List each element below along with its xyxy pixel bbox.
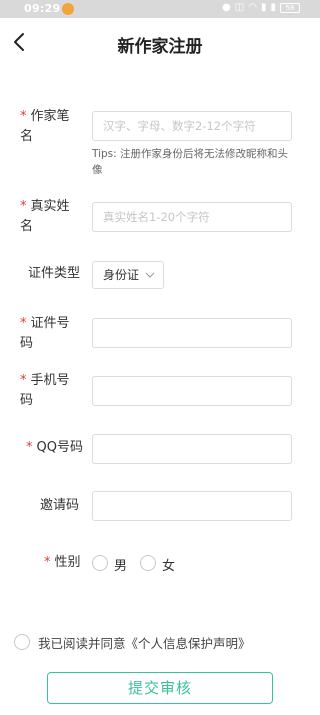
- signal-2-icon: ▮: [270, 2, 276, 13]
- id-number-label: * 证件号: [20, 314, 70, 334]
- qq-label: * QQ号码: [26, 438, 83, 458]
- real-name-label: * 真实姓: [20, 197, 70, 217]
- required-mark: *: [20, 199, 27, 214]
- alarm-icon: ●: [222, 2, 231, 13]
- wifi-icon: ◠: [248, 2, 257, 13]
- vibrate-icon: ◫: [234, 2, 245, 13]
- invite-code-input[interactable]: [92, 491, 292, 521]
- real-name-input[interactable]: [92, 202, 292, 232]
- required-mark: *: [20, 373, 27, 388]
- real-name-label-line1: 真实姓: [30, 199, 70, 214]
- submit-button[interactable]: 提交审核: [47, 672, 273, 704]
- battery-icon: 58: [280, 2, 300, 13]
- gender-male-label[interactable]: 男: [114, 555, 127, 574]
- gender-label-text: 性别: [54, 555, 81, 570]
- id-type-selected-value: 身份证: [103, 268, 140, 282]
- pen-name-tips-line1: Tips: 注册作家身份后将无法修改昵称和头: [92, 148, 289, 160]
- pen-name-label: * 作家笔: [20, 107, 70, 127]
- gender-female-radio[interactable]: [140, 555, 156, 571]
- page-title: 新作家注册: [117, 37, 203, 57]
- gender-male-radio[interactable]: [92, 555, 108, 571]
- pen-name-input[interactable]: [92, 111, 292, 141]
- required-mark: *: [26, 440, 33, 455]
- app-notification-icon: [62, 3, 74, 15]
- real-name-label-line2: 名: [20, 219, 34, 234]
- gender-female-label[interactable]: 女: [162, 555, 175, 574]
- gender-label: * 性别: [44, 553, 81, 573]
- id-type-label: 证件类型: [28, 266, 81, 281]
- id-number-input[interactable]: [92, 318, 292, 348]
- chevron-down-icon: [145, 272, 155, 278]
- status-time: 09:29: [24, 2, 61, 15]
- pen-name-label-line1: 作家笔: [30, 109, 70, 124]
- status-bar: 09:29 ● ◫ ◠ ▮ ▮ 58: [0, 0, 320, 18]
- phone-label-line2: 码: [20, 393, 34, 408]
- status-icons: ● ◫ ◠ ▮ ▮ 58: [222, 2, 300, 13]
- required-mark: *: [20, 316, 27, 331]
- invite-code-label: 邀请码: [40, 498, 80, 513]
- id-number-label-line2: 码: [20, 336, 34, 351]
- phone-label: * 手机号: [20, 371, 70, 391]
- phone-label-line1: 手机号: [30, 373, 70, 388]
- nav-bar: 新作家注册: [0, 18, 320, 66]
- id-type-select[interactable]: 身份证: [92, 261, 164, 289]
- required-mark: *: [44, 555, 51, 570]
- required-mark: *: [20, 109, 27, 124]
- phone-input[interactable]: [92, 376, 292, 406]
- pen-name-label-line2: 名: [20, 129, 34, 144]
- agreement-checkbox[interactable]: [14, 634, 30, 650]
- signal-icon: ▮: [260, 2, 267, 13]
- qq-input[interactable]: [92, 434, 292, 464]
- id-number-label-line1: 证件号: [30, 316, 70, 331]
- pen-name-tips-line2: 像: [92, 164, 103, 176]
- agreement-text[interactable]: 我已阅读并同意《个人信息保护声明》: [38, 633, 251, 652]
- qq-label-text: QQ号码: [36, 440, 83, 455]
